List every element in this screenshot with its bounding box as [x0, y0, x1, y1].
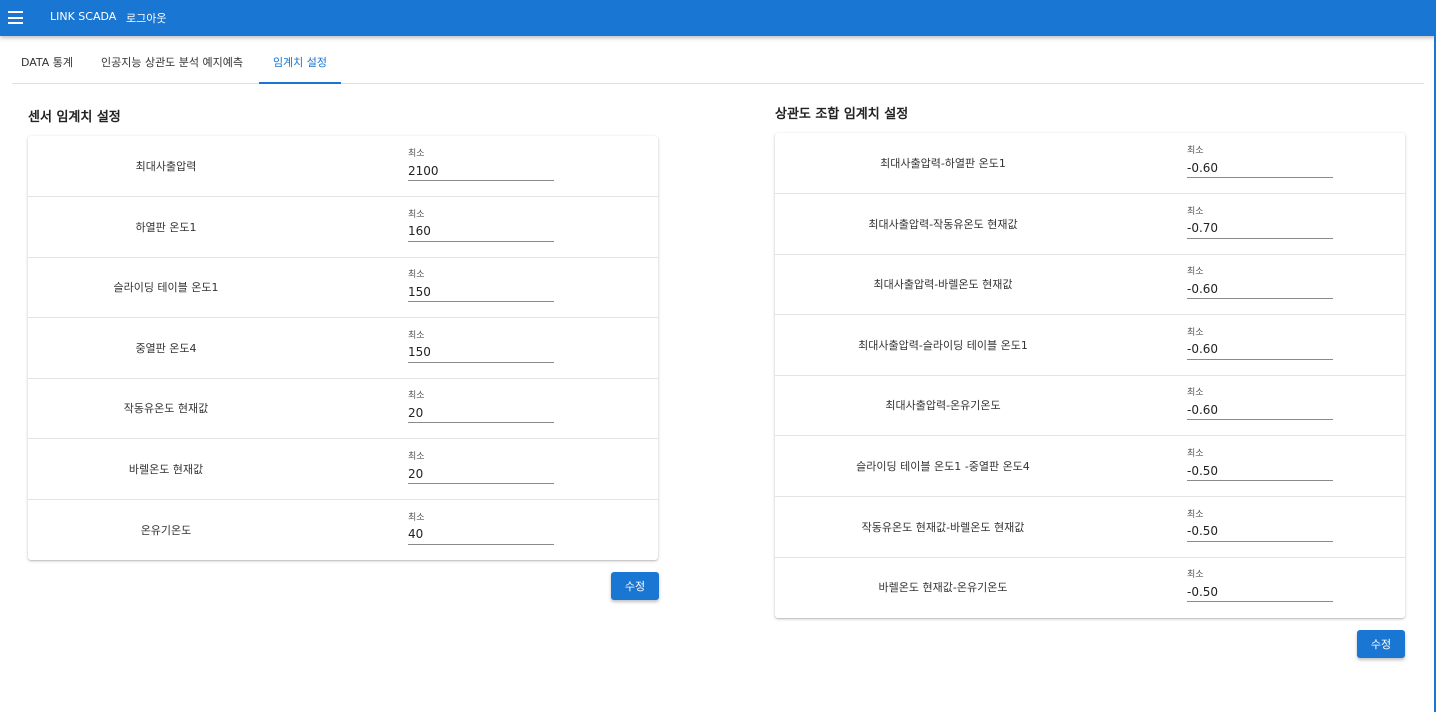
correlation-threshold-row: 최대사출압력-온유기온도 최소: [775, 375, 1405, 437]
correlation-threshold-row: 슬라이딩 테이블 온도1 -중열판 온도4 최소: [775, 436, 1405, 497]
min-field-label: 최소: [408, 330, 425, 341]
min-value-input[interactable]: [408, 282, 554, 303]
min-value-input[interactable]: [408, 342, 554, 363]
correlation-threshold-row: 최대사출압력-하열판 온도1 최소: [775, 133, 1405, 194]
sensor-threshold-row: 온유기온도 최소: [28, 500, 658, 561]
min-field-label: 최소: [408, 391, 425, 402]
row-label: 최대사출압력-작동유온도 현재값: [868, 217, 1018, 231]
min-value-input[interactable]: [1187, 461, 1333, 481]
tab-data-statistics[interactable]: DATA 통계: [12, 50, 82, 84]
min-value-input[interactable]: [1187, 582, 1333, 603]
min-value-input[interactable]: [408, 403, 554, 424]
min-field-label: 최소: [1187, 388, 1204, 399]
min-value-input[interactable]: [1187, 218, 1333, 239]
min-field-label: 최소: [1187, 327, 1204, 338]
sensor-section-title: 센서 임계치 설정: [28, 110, 121, 125]
tab-ai-correlation-analysis[interactable]: 인공지능 상관도 분석 예지예측: [92, 50, 252, 84]
min-field-label: 최소: [1187, 570, 1204, 581]
app-title[interactable]: LINK SCADA: [50, 10, 116, 23]
min-value-input[interactable]: [1187, 400, 1333, 421]
min-value-input[interactable]: [1187, 158, 1333, 178]
tab-threshold-settings[interactable]: 임계치 설정: [259, 50, 341, 84]
sensor-threshold-row: 최대사출압력 최소: [28, 136, 658, 197]
correlation-threshold-row: 작동유온도 현재값-바렐온도 현재값 최소: [775, 497, 1405, 558]
min-value-input[interactable]: [1187, 521, 1333, 542]
min-field-label: 최소: [1187, 509, 1204, 520]
correlation-threshold-card: 최대사출압력-하열판 온도1최소최대사출압력-작동유온도 현재값최소최대사출압력…: [775, 133, 1405, 618]
row-label: 최대사출압력-슬라이딩 테이블 온도1: [858, 338, 1028, 352]
row-label: 슬라이딩 테이블 온도1 -중열판 온도4: [856, 460, 1030, 473]
row-label: 최대사출압력-온유기온도: [885, 399, 1001, 413]
correlation-section-title: 상관도 조합 임계치 설정: [775, 107, 909, 122]
row-label: 작동유온도 현재값-바렐온도 현재값: [861, 520, 1025, 534]
correlation-threshold-row: 최대사출압력-슬라이딩 테이블 온도1 최소: [775, 315, 1405, 376]
min-field-label: 최소: [408, 512, 425, 523]
row-label: 작동유온도 현재값: [123, 402, 209, 416]
min-field-label: 최소: [1187, 267, 1204, 278]
correlation-threshold-row: 최대사출압력-작동유온도 현재값 최소: [775, 194, 1405, 255]
logout-link[interactable]: 로그아웃: [126, 10, 166, 26]
row-label: 온유기온도: [140, 523, 192, 537]
sensor-threshold-row: 슬라이딩 테이블 온도1 최소: [28, 257, 658, 319]
tab-bar: DATA 통계 인공지능 상관도 분석 예지예측 임계치 설정: [12, 50, 1424, 84]
min-field-label: 최소: [1187, 449, 1204, 459]
min-field-label: 최소: [408, 270, 425, 281]
correlation-threshold-row: 바렐온도 현재값-온유기온도 최소: [775, 557, 1405, 618]
row-label: 바렐온도 현재값-온유기온도: [878, 581, 1008, 595]
row-label: 최대사출압력-하열판 온도1: [880, 157, 1006, 170]
row-label: 중열판 온도4: [135, 341, 197, 355]
min-field-label: 최소: [408, 452, 425, 462]
min-field-label: 최소: [408, 149, 425, 159]
min-field-label: 최소: [1187, 146, 1204, 156]
sensor-threshold-row: 작동유온도 현재값 최소: [28, 378, 658, 440]
sensor-threshold-row: 바렐온도 현재값 최소: [28, 439, 658, 500]
sensor-threshold-row: 중열판 온도4 최소: [28, 318, 658, 379]
min-field-label: 최소: [1187, 206, 1204, 217]
row-label: 슬라이딩 테이블 온도1: [113, 281, 219, 295]
correlation-threshold-row: 최대사출압력-바렐온도 현재값 최소: [775, 254, 1405, 316]
sensor-threshold-card: 최대사출압력최소하열판 온도1최소슬라이딩 테이블 온도1최소중열판 온도4최소…: [28, 136, 658, 560]
correlation-submit-button[interactable]: 수정: [1357, 630, 1405, 658]
row-label: 최대사출압력: [135, 160, 197, 173]
row-label: 최대사출압력-바렐온도 현재값: [873, 278, 1013, 292]
min-value-input[interactable]: [1187, 339, 1333, 360]
min-value-input[interactable]: [408, 464, 554, 484]
row-label: 바렐온도 현재값: [128, 463, 204, 476]
min-value-input[interactable]: [408, 221, 554, 242]
hamburger-menu-icon[interactable]: [8, 11, 23, 24]
sensor-threshold-row: 하열판 온도1 최소: [28, 197, 658, 258]
min-value-input[interactable]: [408, 161, 554, 181]
sensor-submit-button[interactable]: 수정: [611, 572, 659, 600]
app-bar: LINK SCADA 로그아웃: [0, 0, 1436, 36]
min-field-label: 최소: [408, 209, 425, 220]
row-label: 하열판 온도1: [135, 220, 197, 234]
min-value-input[interactable]: [408, 524, 554, 545]
min-value-input[interactable]: [1187, 279, 1333, 300]
